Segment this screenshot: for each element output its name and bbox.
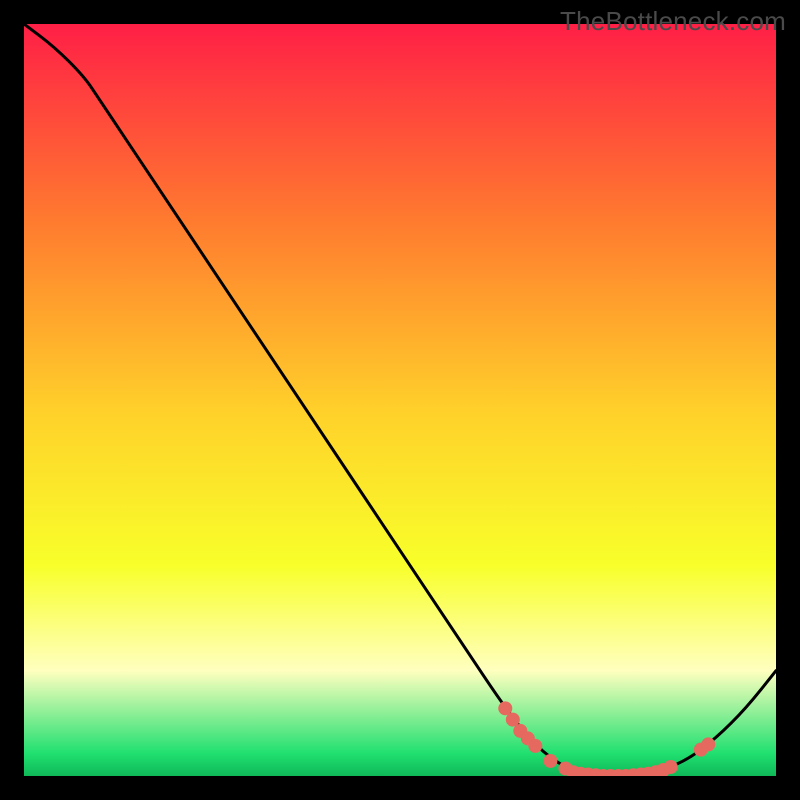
data-marker — [528, 739, 542, 753]
data-marker — [701, 737, 715, 751]
data-marker — [664, 760, 678, 774]
gradient-background — [24, 24, 776, 776]
watermark-text: TheBottleneck.com — [560, 6, 786, 37]
chart-frame: TheBottleneck.com — [0, 0, 800, 800]
data-marker — [543, 754, 557, 768]
bottleneck-chart — [24, 24, 776, 776]
